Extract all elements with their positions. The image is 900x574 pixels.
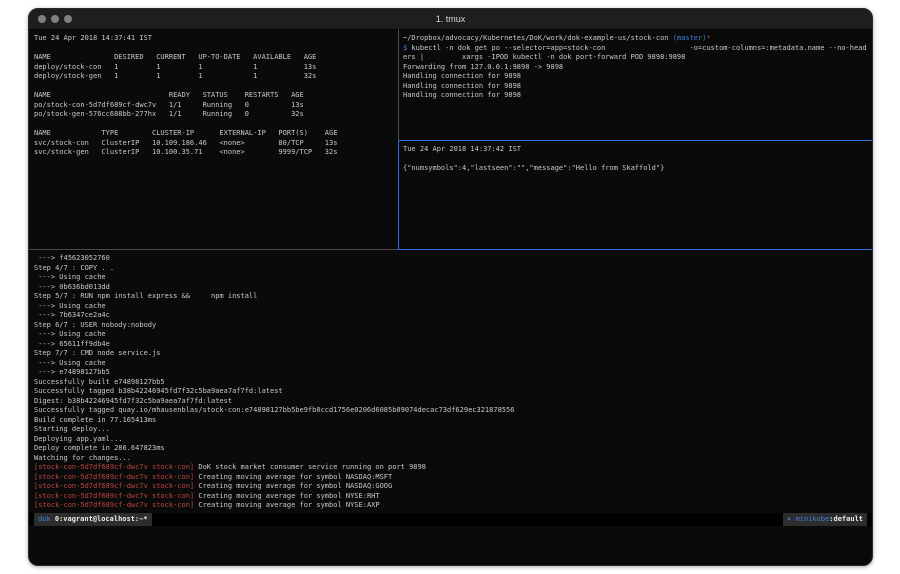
pane-divider-bottom-active[interactable] bbox=[398, 249, 873, 250]
tmux-status-bar: dok 0:vagrant@localhost:~* ⎈ minikube:de… bbox=[29, 513, 872, 526]
terminal-line: [stock-con-5d7df689cf-dwc7v stock-con] C… bbox=[34, 501, 872, 511]
terminal-line: Watching for changes... bbox=[34, 454, 872, 464]
terminal-line: deploy/stock-gen 1 1 1 1 32s bbox=[34, 72, 396, 82]
pane-divider-horizontal-active[interactable] bbox=[399, 140, 873, 141]
terminal-line: Tue 24 Apr 2018 14:37:41 IST bbox=[34, 34, 396, 44]
status-right-segment: ⎈ minikube:default bbox=[783, 513, 867, 526]
terminal-line: Step 5/7 : RUN npm install express && np… bbox=[34, 292, 872, 302]
terminal-line: Starting deploy... bbox=[34, 425, 872, 435]
terminal-line: ---> 0b636bd013dd bbox=[34, 283, 872, 293]
terminal-line: svc/stock-gen ClusterIP 10.100.35.71 <no… bbox=[34, 148, 396, 158]
terminal-line: [stock-con-5d7df689cf-dwc7v stock-con] C… bbox=[34, 482, 872, 492]
terminal-line bbox=[34, 82, 396, 92]
pane-port-forward[interactable]: ~/Dropbox/advocacy/Kubernetes/DoK/work/d… bbox=[403, 34, 872, 138]
terminal-line: [stock-con-5d7df689cf-dwc7v stock-con] D… bbox=[34, 463, 872, 473]
terminal-line: Step 6/7 : USER nobody:nobody bbox=[34, 321, 872, 331]
terminal-line: ---> f45623052760 bbox=[34, 254, 872, 264]
terminal-line: Tue 24 Apr 2018 14:37:42 IST bbox=[403, 145, 872, 155]
terminal-line: Build complete in 77.165413ms bbox=[34, 416, 872, 426]
terminal-line: [stock-con-5d7df689cf-dwc7v stock-con] C… bbox=[34, 473, 872, 483]
terminal-line: Handling connection for 9898 bbox=[403, 91, 872, 101]
terminal-line bbox=[34, 120, 396, 130]
terminal-line: NAME READY STATUS RESTARTS AGE bbox=[34, 91, 396, 101]
terminal-line: $ kubectl -n dok get po --selector=app=s… bbox=[403, 44, 872, 54]
terminal-line bbox=[34, 44, 396, 54]
pane-stock-message[interactable]: Tue 24 Apr 2018 14:37:42 IST {"numsymbols… bbox=[403, 145, 872, 245]
terminal-line: Digest: b38b42246945fd7f32c5ba9aea7af7fd… bbox=[34, 397, 872, 407]
pane-kubectl-watch[interactable]: Tue 24 Apr 2018 14:37:41 IST NAME DESIRED… bbox=[34, 34, 396, 244]
kube-namespace: :default bbox=[829, 515, 863, 523]
terminal-line: po/stock-con-5d7df689cf-dwc7v 1/1 Runnin… bbox=[34, 101, 396, 111]
terminal-line: Forwarding from 127.0.0.1:9898 -> 9898 bbox=[403, 63, 872, 73]
terminal-line: Successfully built e74898127bb5 bbox=[34, 378, 872, 388]
terminal-line: po/stock-gen-576cc688bb-277hx 1/1 Runnin… bbox=[34, 110, 396, 120]
terminal-line: Handling connection for 9898 bbox=[403, 72, 872, 82]
terminal-line: svc/stock-con ClusterIP 10.109.186.46 <n… bbox=[34, 139, 396, 149]
terminal-line: ---> Using cache bbox=[34, 330, 872, 340]
terminal-line: ---> e74898127bb5 bbox=[34, 368, 872, 378]
pane-divider-vertical-inactive[interactable] bbox=[398, 29, 399, 141]
terminal-line: ---> Using cache bbox=[34, 302, 872, 312]
page: 1. tmux Tue 24 Apr 2018 14:37:41 IST NAME… bbox=[0, 0, 900, 574]
terminal-line: ---> Using cache bbox=[34, 359, 872, 369]
terminal-line: NAME DESIRED CURRENT UP-TO-DATE AVAILABL… bbox=[34, 53, 396, 63]
pane-skaffold-build[interactable]: ---> f45623052760Step 4/7 : COPY . . ---… bbox=[34, 254, 872, 512]
kube-context: minikube bbox=[796, 515, 830, 523]
terminal-line: deploy/stock-con 1 1 1 1 13s bbox=[34, 63, 396, 73]
terminal-line: {"numsymbols":4,"lastseen":"","message":… bbox=[403, 164, 872, 174]
terminal-line: ---> Using cache bbox=[34, 273, 872, 283]
status-left-segment[interactable]: dok 0:vagrant@localhost:~* bbox=[34, 513, 152, 526]
terminal-window: 1. tmux Tue 24 Apr 2018 14:37:41 IST NAME… bbox=[28, 8, 873, 566]
terminal-line bbox=[403, 155, 872, 165]
terminal-line: Handling connection for 9898 bbox=[403, 82, 872, 92]
session-name: dok bbox=[38, 515, 55, 523]
terminal-line: NAME TYPE CLUSTER-IP EXTERNAL-IP PORT(S)… bbox=[34, 129, 396, 139]
helm-icon: ⎈ bbox=[787, 515, 795, 523]
terminal-line: ers | xargs -IPOD kubectl -n dok port-fo… bbox=[403, 53, 872, 63]
terminal-line: Successfully tagged quay.io/mhausenblas/… bbox=[34, 406, 872, 416]
terminal-line: [stock-con-5d7df689cf-dwc7v stock-con] C… bbox=[34, 492, 872, 502]
terminal-line: ---> 7b6347ce2a4c bbox=[34, 311, 872, 321]
terminal-line: Deploy complete in 286.647823ms bbox=[34, 444, 872, 454]
terminal-line: ---> 65611ff9db4e bbox=[34, 340, 872, 350]
terminal-line: Deploying app.yaml... bbox=[34, 435, 872, 445]
pane-divider-bottom-inactive[interactable] bbox=[29, 249, 398, 250]
window-title: 1. tmux bbox=[29, 14, 872, 24]
window-titlebar: 1. tmux bbox=[29, 9, 872, 30]
terminal-line: Successfully tagged b38b42246945fd7f32c5… bbox=[34, 387, 872, 397]
terminal-line: Step 4/7 : COPY . . bbox=[34, 264, 872, 274]
terminal-line: Step 7/7 : CMD node service.js bbox=[34, 349, 872, 359]
terminal-line: ~/Dropbox/advocacy/Kubernetes/DoK/work/d… bbox=[403, 34, 872, 44]
active-window-item[interactable]: 0:vagrant@localhost:~* bbox=[55, 515, 148, 523]
pane-divider-vertical-active[interactable] bbox=[398, 141, 399, 250]
